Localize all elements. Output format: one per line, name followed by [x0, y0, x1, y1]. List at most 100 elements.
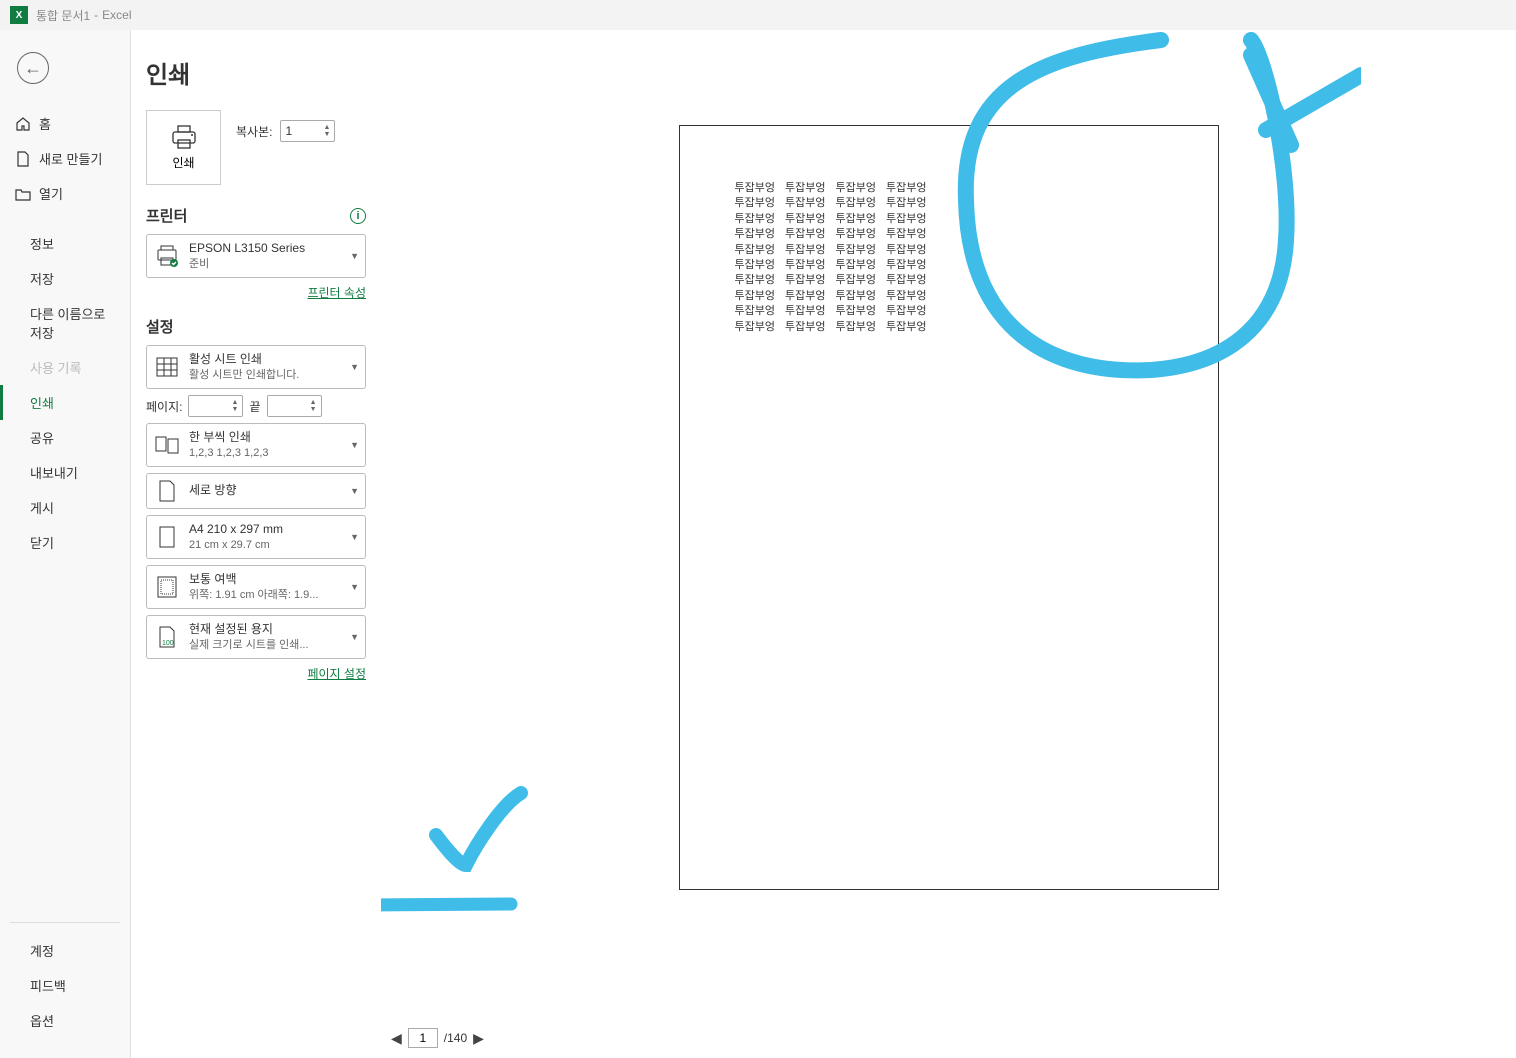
- folder-icon: [15, 186, 31, 202]
- preview-cell: 투잡부엉: [835, 227, 875, 242]
- nav-label: 계정: [30, 941, 54, 960]
- dd-title: 세로 방향: [189, 483, 342, 499]
- dd-title: 현재 설정된 용지: [189, 622, 342, 638]
- preview-cell: 투잡부엉: [886, 181, 926, 196]
- home-icon: [15, 116, 31, 132]
- nav-label: 공유: [30, 428, 54, 447]
- document-name: 통합 문서1: [36, 7, 90, 24]
- dd-sub: 21 cm x 29.7 cm: [189, 538, 342, 552]
- app-name: Excel: [102, 8, 131, 22]
- portrait-icon: [153, 480, 181, 502]
- chevron-down-icon: ▼: [350, 440, 359, 450]
- spin-carets-icon: ▲▼: [232, 399, 239, 413]
- preview-cell: 투잡부엉: [835, 258, 875, 273]
- preview-cell: 투잡부엉: [735, 304, 775, 319]
- preview-cell: 투잡부엉: [735, 289, 775, 304]
- nav-label: 인쇄: [30, 393, 54, 412]
- preview-cell: 투잡부엉: [886, 304, 926, 319]
- preview-page: 투잡부엉투잡부엉투잡부엉투잡부엉투잡부엉투잡부엉투잡부엉투잡부엉투잡부엉투잡부엉…: [679, 125, 1219, 890]
- preview-cell: 투잡부엉: [835, 320, 875, 335]
- nav-info[interactable]: 정보: [0, 226, 130, 261]
- preview-cell: 투잡부엉: [735, 273, 775, 288]
- backstage-nav: ← 홈 새로 만들기 열기 정보 저장 다른 이름으로 저장 사용 기록 인쇄 …: [0, 30, 130, 1058]
- margins-dropdown[interactable]: 보통 여백 위쪽: 1.91 cm 아래쪽: 1.9... ▼: [146, 565, 366, 609]
- printer-dropdown[interactable]: EPSON L3150 Series 준비 ▼: [146, 234, 366, 278]
- paper-size-dropdown[interactable]: A4 210 x 297 mm 21 cm x 29.7 cm ▼: [146, 515, 366, 559]
- preview-cell: 투잡부엉: [735, 196, 775, 211]
- scaling-icon: 100: [153, 626, 181, 648]
- nav-feedback[interactable]: 피드백: [0, 968, 130, 1003]
- excel-app-icon: X: [10, 6, 28, 24]
- printer-properties-link[interactable]: 프린터 속성: [146, 284, 366, 301]
- copies-value: 1: [285, 124, 292, 138]
- print-what-dropdown[interactable]: 활성 시트 인쇄 활성 시트만 인쇄합니다. ▼: [146, 345, 366, 389]
- print-button[interactable]: 인쇄: [146, 110, 221, 185]
- nav-export[interactable]: 내보내기: [0, 455, 130, 490]
- nav-label: 사용 기록: [30, 358, 81, 377]
- chevron-down-icon: ▼: [350, 582, 359, 592]
- copies-label: 복사본:: [236, 123, 272, 140]
- preview-cell: 투잡부엉: [785, 227, 825, 242]
- page-setup-link[interactable]: 페이지 설정: [146, 665, 366, 682]
- dd-sub: 실제 크기로 시트를 인쇄...: [189, 638, 342, 652]
- printer-section-label: 프린터: [146, 205, 187, 226]
- page-count: /140: [444, 1031, 467, 1045]
- collate-icon: [153, 436, 181, 454]
- prev-page-button[interactable]: ◀: [391, 1030, 402, 1047]
- nav-close[interactable]: 닫기: [0, 525, 130, 560]
- printer-icon: [170, 125, 198, 149]
- copies-input[interactable]: 1 ▲▼: [280, 120, 335, 142]
- nav-home[interactable]: 홈: [0, 106, 130, 141]
- svg-text:100: 100: [162, 640, 174, 647]
- preview-cell: 투잡부엉: [886, 243, 926, 258]
- dd-sub: 활성 시트만 인쇄합니다.: [189, 368, 342, 382]
- nav-account[interactable]: 계정: [0, 933, 130, 968]
- preview-cell: 투잡부엉: [785, 212, 825, 227]
- preview-cell: 투잡부엉: [785, 258, 825, 273]
- nav-publish[interactable]: 게시: [0, 490, 130, 525]
- dd-sub: 위쪽: 1.91 cm 아래쪽: 1.9...: [189, 588, 342, 602]
- preview-cell: 투잡부엉: [835, 304, 875, 319]
- preview-cell: 투잡부엉: [886, 273, 926, 288]
- preview-cell: 투잡부엉: [886, 320, 926, 335]
- preview-content: 투잡부엉투잡부엉투잡부엉투잡부엉투잡부엉투잡부엉투잡부엉투잡부엉투잡부엉투잡부엉…: [725, 181, 937, 335]
- nav-save[interactable]: 저장: [0, 261, 130, 296]
- dd-sub: 1,2,3 1,2,3 1,2,3: [189, 446, 342, 460]
- chevron-down-icon: ▼: [350, 251, 359, 261]
- pages-label: 페이지:: [146, 398, 182, 415]
- nav-label: 옵션: [30, 1011, 54, 1030]
- scaling-dropdown[interactable]: 100 현재 설정된 용지 실제 크기로 시트를 인쇄... ▼: [146, 615, 366, 659]
- back-arrow-icon: ←: [17, 52, 49, 84]
- nav-open[interactable]: 열기: [0, 176, 130, 211]
- nav-label: 열기: [39, 184, 63, 203]
- nav-new[interactable]: 새로 만들기: [0, 141, 130, 176]
- next-page-button[interactable]: ▶: [473, 1030, 484, 1047]
- orientation-dropdown[interactable]: 세로 방향 ▼: [146, 473, 366, 509]
- preview-cell: 투잡부엉: [886, 212, 926, 227]
- back-button[interactable]: ←: [15, 50, 51, 86]
- page-from-input[interactable]: ▲▼: [188, 395, 243, 417]
- page-title: 인쇄: [146, 55, 366, 90]
- paper-icon: [153, 526, 181, 548]
- margins-icon: [153, 576, 181, 598]
- nav-label: 홈: [39, 114, 51, 133]
- file-icon: [15, 151, 31, 167]
- nav-print[interactable]: 인쇄: [0, 385, 130, 420]
- nav-share[interactable]: 공유: [0, 420, 130, 455]
- info-icon[interactable]: i: [350, 208, 366, 224]
- nav-options[interactable]: 옵션: [0, 1003, 130, 1038]
- current-page-input[interactable]: [408, 1028, 438, 1048]
- nav-label: 게시: [30, 498, 54, 517]
- dd-title: 보통 여백: [189, 572, 342, 588]
- nav-label: 저장: [30, 269, 54, 288]
- print-preview-area: 투잡부엉투잡부엉투잡부엉투잡부엉투잡부엉투잡부엉투잡부엉투잡부엉투잡부엉투잡부엉…: [381, 30, 1516, 1058]
- print-button-label: 인쇄: [172, 154, 194, 171]
- nav-save-as[interactable]: 다른 이름으로 저장: [0, 296, 130, 350]
- printer-status-icon: [153, 245, 181, 267]
- pages-to-label: 끝: [249, 398, 260, 415]
- collation-dropdown[interactable]: 한 부씩 인쇄 1,2,3 1,2,3 1,2,3 ▼: [146, 423, 366, 467]
- spin-carets-icon: ▲▼: [324, 124, 331, 138]
- preview-cell: 투잡부엉: [785, 196, 825, 211]
- printer-name: EPSON L3150 Series: [189, 241, 342, 257]
- page-to-input[interactable]: ▲▼: [267, 395, 322, 417]
